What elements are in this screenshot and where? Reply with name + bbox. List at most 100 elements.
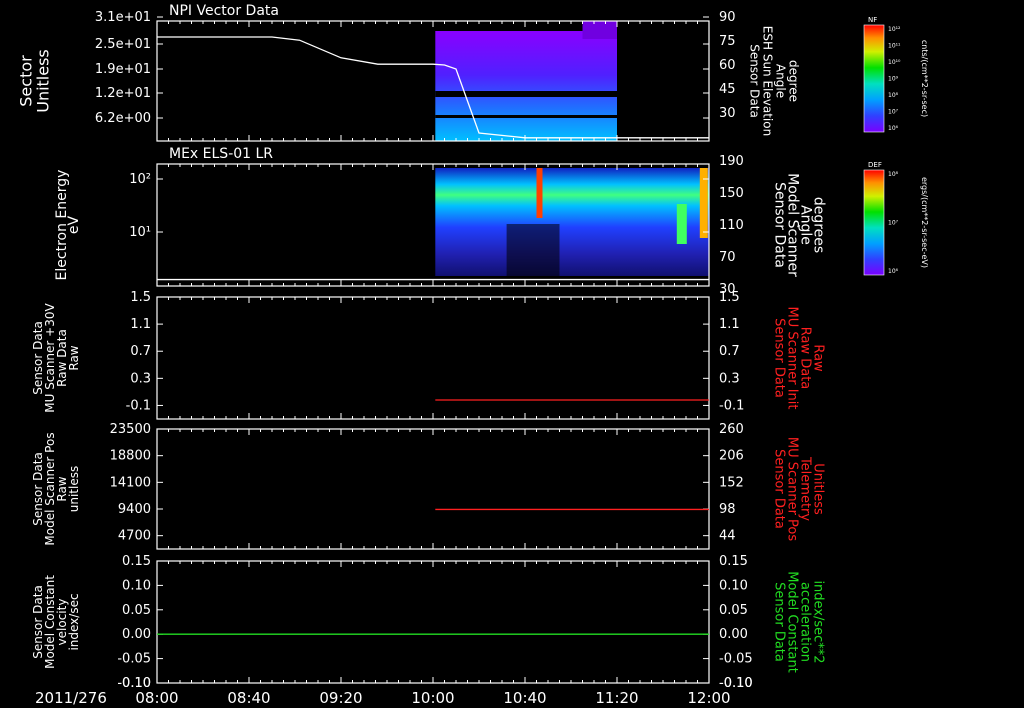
colorbar-tick: 10⁷ — [888, 109, 899, 116]
colorbar-unit: ergs/(cm**2-sr-sec-eV) — [920, 177, 929, 268]
y2-axis-label-line: MU Scanner Init — [785, 307, 800, 410]
y2-tick-label: 0.15 — [719, 554, 748, 569]
els-dark-region — [506, 224, 560, 276]
y2-axis-label-line: Telemetry — [798, 456, 813, 521]
y-tick-label: 1.5 — [130, 290, 151, 305]
colorbar — [863, 169, 885, 276]
y-axis-label: Sensor DataMU Scanner +30VRaw DataRaw — [31, 303, 81, 413]
y2-axis-label-line: acceleration — [798, 582, 813, 662]
y-tick-label: -0.1 — [126, 398, 151, 413]
heatmap-gap — [435, 115, 617, 118]
y2-axis-label-line: index/sec**2 — [811, 580, 826, 663]
y2-axis-label: Sensor DataModel Constantaccelerationind… — [772, 571, 826, 673]
y2-tick-label: -0.05 — [719, 652, 753, 667]
x-tick-label: 08:00 — [135, 689, 178, 707]
y-axis-label-line: unitless — [67, 466, 81, 512]
y-tick-label: 2.5e+01 — [95, 37, 151, 52]
y-tick-label: 1.9e+01 — [95, 62, 151, 77]
els-hot-band — [536, 168, 543, 218]
y-axis-label-line: eV — [66, 215, 82, 234]
panel-frame — [156, 20, 710, 142]
y2-axis-label-line: Sensor Data — [772, 318, 787, 398]
y2-axis-label-line: Sensor Data — [748, 44, 762, 118]
colorbar-unit-text: ergs/(cm**2-sr-sec-eV) — [920, 177, 929, 268]
y-tick-label: 3.1e+01 — [95, 10, 151, 25]
y-axis-label-line: Raw — [67, 345, 81, 370]
y2-axis-label-line: Raw — [811, 344, 826, 372]
colorbar-label: DEF — [868, 161, 882, 169]
y-tick-label: 6.2e+00 — [95, 111, 151, 126]
colorbar-tick: 10⁶ — [888, 125, 899, 132]
y2-tick-label: 70 — [719, 250, 736, 265]
y2-axis-label-line: Model Constant — [785, 571, 800, 673]
y-tick-label: 0.3 — [130, 371, 151, 386]
colorbar-tick: 10¹¹ — [888, 43, 901, 50]
x-tick-label: 08:40 — [227, 689, 270, 707]
y-axis-label: Electron EnergyeV — [54, 170, 82, 281]
y-tick-label: 23500 — [110, 422, 151, 437]
x-tick-label: 12:00 — [687, 689, 730, 707]
y2-axis-label-line: Unitless — [811, 463, 826, 515]
y2-axis-label-line: Raw Data — [798, 327, 813, 390]
colorbar-tick: 10⁸ — [888, 92, 899, 99]
y2-axis-label-line: MU Scanner Pos — [785, 437, 800, 542]
colorbar-tick: 10⁹ — [888, 76, 899, 83]
x-tick-label: 09:20 — [319, 689, 362, 707]
y-tick-label: 0.7 — [130, 344, 151, 359]
y-axis-label-line: Unitless — [34, 49, 53, 113]
y2-tick-label: -0.1 — [719, 398, 744, 413]
y2-axis-label: Sensor Data ESH Sun Elevation Angle degree — [748, 26, 801, 136]
y2-axis-label-line: Sensor Data — [772, 449, 787, 529]
panel-frame — [156, 560, 710, 684]
y2-tick-label: 60 — [719, 58, 736, 73]
els-heatmap — [435, 168, 709, 276]
y2-axis-label-line: ESH Sun Elevation — [761, 26, 775, 136]
y2-tick-label: 30 — [719, 106, 736, 121]
x-tick-label: 10:00 — [411, 689, 454, 707]
colorbar-unit: cnts/(cm**2-sr-sec) — [920, 40, 929, 117]
y2-axis-label-line: Angle — [774, 64, 788, 98]
colorbar-tick: 10⁷ — [888, 220, 899, 227]
colorbar-tick: 10⁶ — [888, 268, 899, 275]
y2-tick-label: 90 — [719, 10, 736, 25]
y2-tick-label: 110 — [719, 218, 744, 233]
y2-tick-label: 206 — [719, 449, 744, 464]
y-tick-label: 0.10 — [122, 578, 151, 593]
y2-tick-label: 44 — [719, 529, 736, 544]
y2-tick-label: 1.5 — [719, 290, 740, 305]
panel-frame — [156, 296, 710, 420]
y-axis-label: Sensor DataModel Constantvelocityindex/s… — [31, 575, 81, 669]
y2-axis-label-line: degrees — [811, 197, 827, 253]
y-tick-label: 1.2e+01 — [95, 86, 151, 101]
y2-tick-label: 190 — [719, 154, 744, 169]
y-tick-label: 10² — [129, 172, 151, 187]
y2-tick-label: 75 — [719, 34, 736, 49]
y2-tick-label: 0.7 — [719, 344, 740, 359]
y-tick-label: 18800 — [110, 449, 151, 464]
colorbar-unit-text: cnts/(cm**2-sr-sec) — [920, 40, 929, 117]
colorbar — [863, 24, 885, 133]
y-axis-label: SectorUnitless — [17, 49, 53, 113]
y2-tick-label: 152 — [719, 475, 744, 490]
colorbar-tick: 10⁸ — [888, 171, 899, 178]
heatmap-block — [582, 21, 617, 39]
y-tick-label: 10¹ — [129, 225, 151, 240]
y2-tick-label: 1.1 — [719, 317, 740, 332]
y2-axis-label: Sensor DataMU Scanner PosTelemetryUnitle… — [772, 437, 826, 542]
date-label: 2011/276 — [35, 689, 107, 707]
y-tick-label: 14100 — [110, 475, 151, 490]
y2-tick-label: 98 — [719, 502, 736, 517]
y2-axis-label-line: degree — [787, 60, 801, 102]
y-tick-label: 4700 — [118, 529, 151, 544]
colorbar-tick: 10¹⁰ — [888, 59, 901, 66]
chart-figure: 3.1e+01 2.5e+01 1.9e+01 1.2e+01 6.2e+00 90 75 6… — [17, 3, 930, 707]
panel-frame — [156, 428, 710, 550]
y2-tick-label: 0.10 — [719, 578, 748, 593]
y2-tick-label: 0.00 — [719, 627, 748, 642]
y-tick-label: 0.00 — [122, 627, 151, 642]
y2-tick-label: 260 — [719, 422, 744, 437]
y2-tick-label: 0.3 — [719, 371, 740, 386]
heatmap-gap — [435, 91, 617, 97]
x-tick-label: 10:40 — [503, 689, 546, 707]
y2-tick-label: 150 — [719, 186, 744, 201]
